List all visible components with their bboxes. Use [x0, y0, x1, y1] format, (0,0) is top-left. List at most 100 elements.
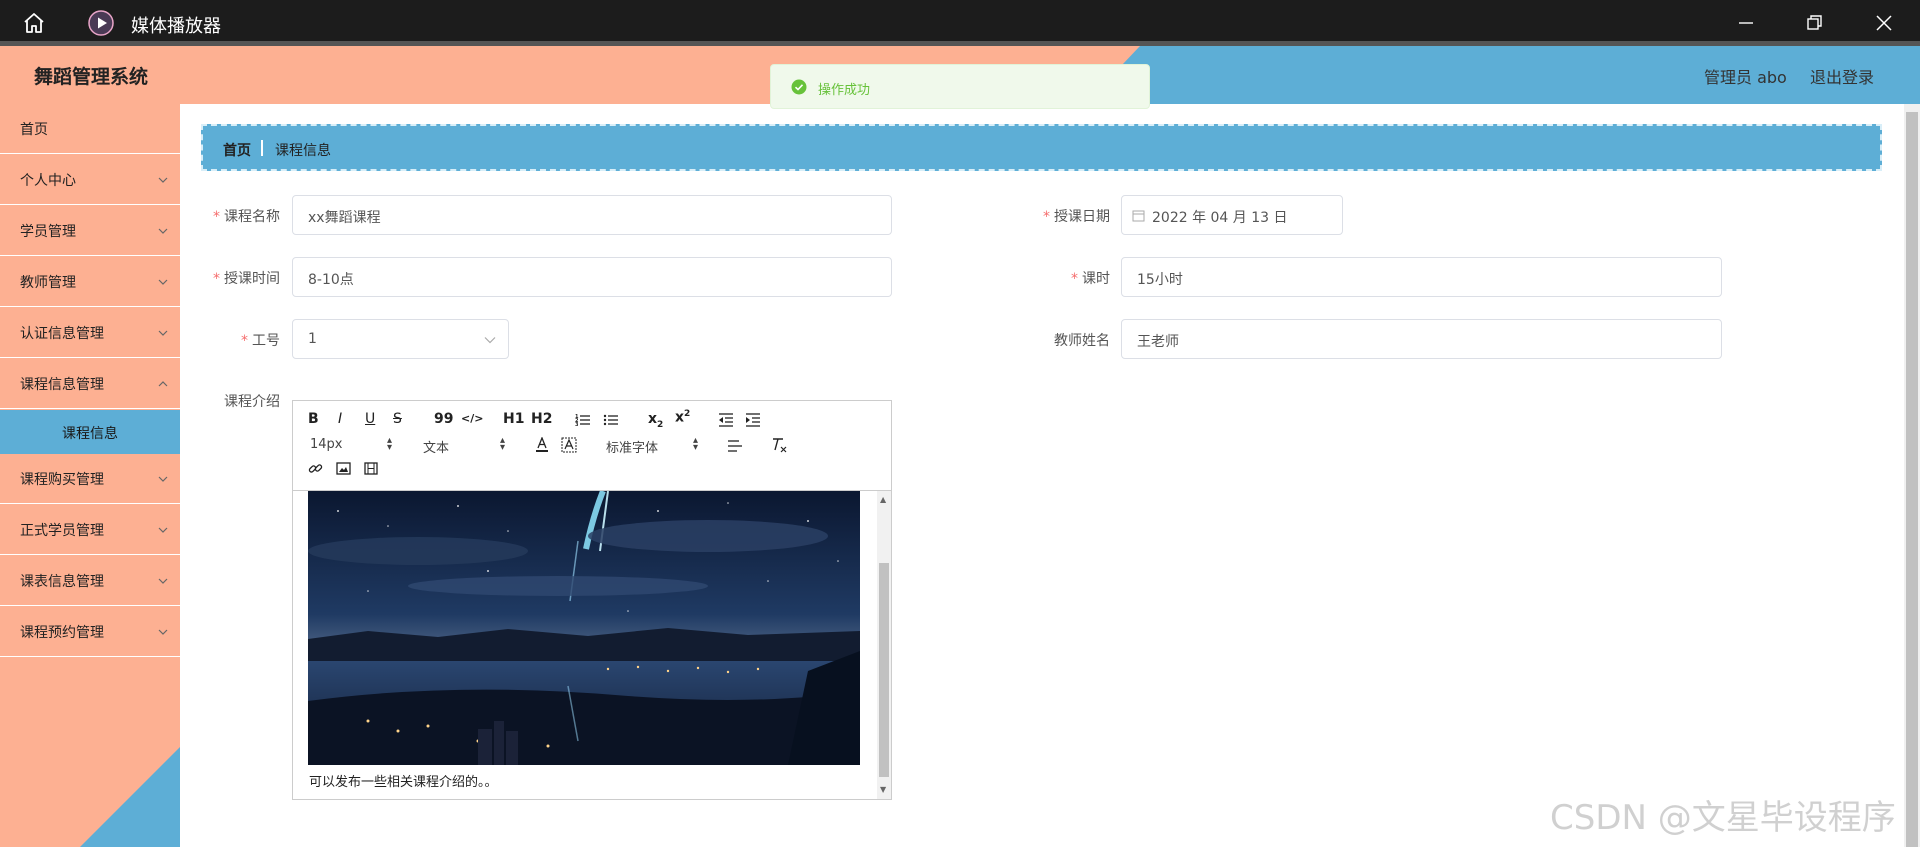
sidebar-item-label: 课表信息管理: [20, 574, 104, 590]
toast-message: 操作成功: [818, 83, 871, 98]
sidebar-item-label: 正式学员管理: [20, 523, 104, 539]
select-arrows-icon: ▴ ▾: [692, 435, 698, 453]
course-intro-label: 课程介绍: [160, 391, 280, 411]
teach-date-value: 2022 年 04 月 13 日: [1152, 210, 1288, 226]
bold-button[interactable]: B: [308, 411, 319, 427]
user-label: 管理员 abo: [1704, 68, 1787, 87]
chevron-down-icon: [158, 527, 168, 533]
course-name-label-text: 课程名称: [224, 209, 280, 225]
sidebar: 首页 个人中心 学员管理 教师管理 认证信息管理 课程信息管理 课程信息 课程购…: [0, 104, 180, 847]
course-name-input[interactable]: xx舞蹈课程: [292, 195, 892, 235]
teacher-name-label: 教师姓名: [990, 330, 1110, 350]
block-type-value: 文本: [423, 441, 450, 456]
breadcrumb-current: 课程信息: [275, 143, 331, 159]
rich-text-editor[interactable]: B I U S 99 </> H1 H2 1 2 3 x2 x2 14px ▴ …: [292, 400, 892, 800]
sidebar-item-teacher-management[interactable]: 教师管理: [0, 257, 180, 307]
hours-input[interactable]: 15小时: [1121, 257, 1722, 297]
editor-scrollbar[interactable]: ▲ ▼: [877, 491, 891, 799]
scroll-down-icon[interactable]: ▼: [880, 785, 886, 794]
select-arrows-icon: ▴ ▾: [499, 435, 505, 453]
system-title: 舞蹈管理系统: [34, 66, 149, 88]
breadcrumb: 首页 课程信息: [201, 124, 1882, 171]
teacher-name-value: 王老师: [1137, 334, 1179, 350]
underline-button[interactable]: U: [365, 411, 375, 427]
chevron-up-icon: [158, 381, 168, 387]
sidebar-item-label: 认证信息管理: [20, 326, 104, 342]
teacher-name-input[interactable]: 王老师: [1121, 319, 1722, 359]
sidebar-subitem-course-info[interactable]: 课程信息: [0, 410, 180, 454]
italic-button[interactable]: I: [338, 411, 342, 427]
minimize-icon[interactable]: [1735, 12, 1757, 34]
teach-date-label: * 授课日期: [990, 206, 1110, 226]
job-no-label: * 工号: [160, 330, 280, 350]
course-name-value: xx舞蹈课程: [308, 210, 381, 226]
close-icon[interactable]: [1873, 12, 1895, 34]
teach-time-label: * 授课时间: [160, 268, 280, 288]
sidebar-item-label: 课程信息管理: [20, 377, 104, 393]
teach-date-picker[interactable]: 2022 年 04 月 13 日: [1121, 195, 1343, 235]
teach-time-label-text: 授课时间: [224, 271, 280, 287]
course-intro-label-text: 课程介绍: [224, 394, 280, 410]
restore-icon[interactable]: [1803, 12, 1825, 34]
sidebar-item-formal-student-management[interactable]: 正式学员管理: [0, 505, 180, 555]
sidebar-item-label: 教师管理: [20, 275, 76, 291]
job-no-label-text: 工号: [252, 333, 280, 349]
scroll-up-icon[interactable]: ▲: [880, 495, 886, 504]
blockquote-button[interactable]: 99: [434, 411, 453, 427]
sidebar-item-personal-center[interactable]: 个人中心: [0, 155, 180, 205]
ordered-list-icon[interactable]: 1 2 3: [575, 413, 591, 427]
breadcrumb-home-link[interactable]: 首页: [223, 140, 251, 160]
align-icon[interactable]: [727, 439, 743, 453]
sidebar-item-label: 课程购买管理: [20, 472, 104, 488]
sidebar-item-label: 课程预约管理: [20, 625, 104, 641]
sidebar-item-course-info-management[interactable]: 课程信息管理: [0, 359, 180, 409]
code-block-button[interactable]: </>: [461, 412, 483, 425]
image-icon[interactable]: [336, 462, 351, 475]
teacher-name-label-text: 教师姓名: [1054, 333, 1110, 349]
font-size-select[interactable]: 14px ▴ ▾: [310, 436, 392, 453]
required-mark: *: [241, 333, 248, 349]
required-mark: *: [1071, 271, 1078, 287]
font-family-select[interactable]: 标准字体 ▴ ▾: [606, 435, 698, 457]
indent-icon[interactable]: [745, 413, 761, 427]
heading-1-button[interactable]: H1: [503, 411, 524, 427]
clear-format-icon[interactable]: [771, 437, 787, 453]
page-scrollbar-thumb[interactable]: [1906, 112, 1918, 847]
svg-text:3: 3: [575, 422, 579, 427]
chevron-down-icon: [158, 578, 168, 584]
night-sky-lake-image: [308, 491, 860, 765]
font-color-icon[interactable]: [535, 437, 549, 453]
sidebar-item-schedule-management[interactable]: 课表信息管理: [0, 556, 180, 606]
hours-label-text: 课时: [1082, 271, 1110, 287]
sidebar-item-course-purchase-management[interactable]: 课程购买管理: [0, 454, 180, 504]
background-color-icon[interactable]: [561, 437, 577, 453]
job-no-value: 1: [308, 331, 317, 347]
outdent-icon[interactable]: [718, 413, 734, 427]
editor-scrollbar-thumb[interactable]: [879, 563, 889, 777]
subscript-button[interactable]: x2: [648, 411, 663, 430]
font-family-value: 标准字体: [606, 441, 659, 456]
app-title: 媒体播放器: [131, 16, 221, 37]
success-toast: 操作成功: [770, 64, 1150, 109]
chevron-down-icon: [484, 337, 496, 344]
video-icon[interactable]: [364, 462, 378, 475]
strike-button[interactable]: S: [393, 411, 402, 427]
heading-2-button[interactable]: H2: [531, 411, 552, 427]
block-type-select[interactable]: 文本 ▴ ▾: [423, 435, 505, 457]
link-icon[interactable]: [308, 461, 323, 476]
editor-content[interactable]: 可以发布一些相关课程介绍的。。: [293, 491, 891, 799]
job-no-select[interactable]: 1: [292, 319, 509, 359]
sidebar-item-reservation-management[interactable]: 课程预约管理: [0, 607, 180, 657]
home-icon[interactable]: [22, 11, 46, 35]
course-name-label: * 课程名称: [160, 206, 280, 226]
teach-time-input[interactable]: 8-10点: [292, 257, 892, 297]
bullet-list-icon[interactable]: [603, 413, 619, 427]
teach-date-label-text: 授课日期: [1054, 209, 1110, 225]
sidebar-item-label: 学员管理: [20, 224, 76, 240]
chevron-down-icon: [158, 629, 168, 635]
sidebar-item-home[interactable]: 首页: [0, 104, 180, 154]
sidebar-item-certification-management[interactable]: 认证信息管理: [0, 308, 180, 358]
superscript-button[interactable]: x2: [675, 409, 690, 426]
sidebar-item-student-management[interactable]: 学员管理: [0, 206, 180, 256]
logout-button[interactable]: 退出登录: [1810, 64, 1874, 88]
